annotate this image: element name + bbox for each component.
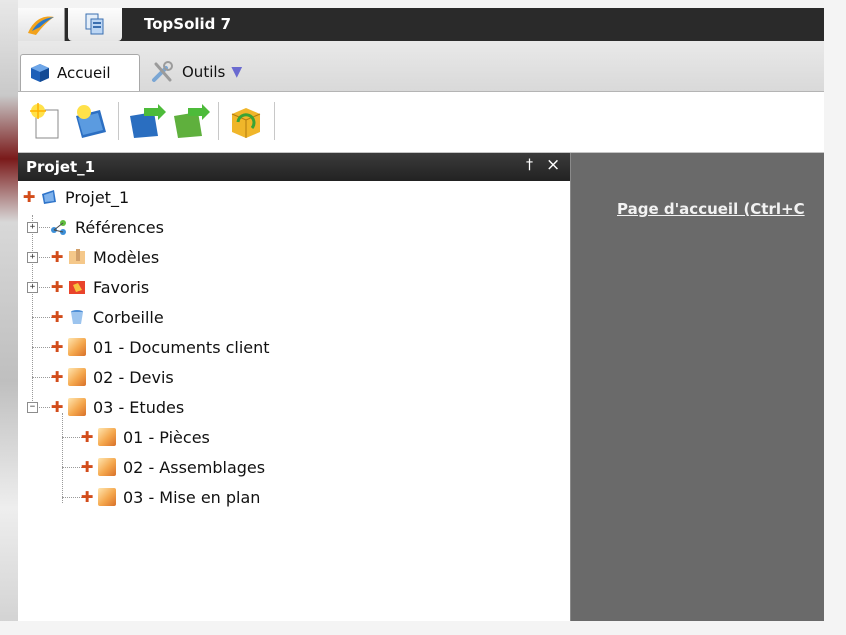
title-bar: TopSolid 7	[18, 8, 830, 41]
project-tree: + + + − ✚ Projet_1 Références ✚ Modèles	[18, 181, 570, 626]
panel-header: Projet_1 † ×	[18, 153, 570, 181]
ribbon-toolbar	[18, 92, 830, 153]
app-window: TopSolid 7 Accueil Outils ▼ Projet_1 † ×…	[18, 8, 830, 626]
pin-icon[interactable]: †	[526, 157, 533, 173]
tab-accueil-label: Accueil	[57, 64, 111, 82]
tree-item-label: Projet_1	[65, 187, 130, 207]
favorites-folder-icon	[69, 281, 85, 294]
tree-item-label: 02 - Assemblages	[123, 457, 266, 477]
tree-connector	[32, 215, 33, 407]
tab-outils[interactable]: Outils ▼	[142, 54, 266, 90]
torn-edge-bottom	[0, 621, 846, 635]
package-icon	[231, 108, 261, 138]
tree-expander[interactable]: +	[27, 252, 38, 263]
project-panel: Projet_1 † × + + + − ✚ Projet_1 Référenc…	[18, 153, 571, 626]
new-project-button[interactable]	[70, 102, 110, 142]
window-title: TopSolid 7	[144, 15, 232, 33]
folder-icon	[98, 458, 116, 476]
plus-marker-icon: ✚	[50, 338, 64, 356]
tree-expander[interactable]: −	[27, 402, 38, 413]
tree-connector	[62, 413, 63, 503]
tree-item-label: 01 - Documents client	[93, 337, 270, 357]
tree-item-assemblages[interactable]: ✚ 02 - Assemblages	[80, 452, 265, 482]
folder-icon	[68, 398, 86, 416]
tree-item-devis[interactable]: ✚ 02 - Devis	[50, 362, 174, 392]
tree-item-label: Références	[75, 217, 164, 237]
tree-item-projet[interactable]: ✚ Projet_1	[22, 182, 129, 212]
plus-marker-icon: ✚	[50, 278, 64, 296]
toolbar-separator	[274, 102, 275, 140]
folder-icon	[98, 488, 116, 506]
import-button[interactable]	[126, 102, 166, 142]
tree-connector	[62, 467, 82, 468]
tree-item-label: 03 - Etudes	[93, 397, 185, 417]
desktop-background	[0, 0, 18, 635]
tree-item-label: 01 - Pièces	[123, 427, 210, 447]
plus-marker-icon: ✚	[80, 428, 94, 446]
torn-edge-right	[824, 0, 846, 635]
ribbon-tab-bar: Accueil Outils ▼	[18, 41, 830, 92]
plus-marker-icon: ✚	[80, 488, 94, 506]
new-document-button[interactable]	[26, 102, 66, 142]
tree-item-label: Favoris	[93, 277, 150, 297]
home-page-link[interactable]: Page d'accueil (Ctrl+C	[617, 200, 805, 218]
tree-item-etudes[interactable]: ✚ 03 - Etudes	[50, 392, 184, 422]
import-icon	[130, 104, 166, 138]
tree-connector	[62, 437, 82, 438]
plus-marker-icon: ✚	[22, 188, 36, 206]
plus-marker-icon: ✚	[50, 368, 64, 386]
tree-item-modeles[interactable]: ✚ Modèles	[50, 242, 160, 272]
references-icon	[51, 220, 66, 235]
close-icon[interactable]: ×	[546, 155, 560, 175]
tree-item-documents-client[interactable]: ✚ 01 - Documents client	[50, 332, 270, 362]
trash-icon	[71, 310, 83, 324]
folder-icon	[68, 368, 86, 386]
tree-item-label: Modèles	[93, 247, 160, 267]
new-project-icon	[76, 105, 106, 138]
package-button[interactable]	[226, 102, 266, 142]
plus-marker-icon: ✚	[80, 458, 94, 476]
export-icon	[174, 104, 210, 138]
new-document-icon	[30, 103, 59, 139]
plus-marker-icon: ✚	[50, 248, 64, 266]
export-button[interactable]	[170, 102, 210, 142]
tab-outils-label: Outils	[182, 63, 226, 81]
tree-connector	[62, 497, 82, 498]
tree-item-references[interactable]: Références	[50, 212, 164, 242]
tree-item-corbeille[interactable]: ✚ Corbeille	[50, 302, 164, 332]
tree-expander[interactable]: +	[27, 282, 38, 293]
accueil-cube-icon	[29, 62, 51, 84]
plus-marker-icon: ✚	[50, 308, 64, 326]
application-menu-button[interactable]	[18, 8, 65, 41]
tree-item-label: 03 - Mise en plan	[123, 487, 261, 507]
start-page-area: Page d'accueil (Ctrl+C	[571, 153, 830, 626]
plus-marker-icon: ✚	[50, 398, 64, 416]
panel-title: Projet_1	[26, 158, 96, 176]
quick-access-button[interactable]	[68, 8, 122, 41]
tree-item-label: 02 - Devis	[93, 367, 174, 387]
copy-documents-icon	[85, 13, 104, 35]
folder-icon	[68, 338, 86, 356]
tree-item-favoris[interactable]: ✚ Favoris	[50, 272, 149, 302]
chevron-down-icon[interactable]: ▼	[231, 64, 242, 80]
tree-item-label: Corbeille	[93, 307, 164, 327]
tools-icon	[150, 60, 176, 84]
topsolid-logo-icon	[28, 16, 54, 35]
tree-expander[interactable]: +	[27, 222, 38, 233]
project-icon	[42, 190, 56, 204]
tree-item-pieces[interactable]: ✚ 01 - Pièces	[80, 422, 210, 452]
toolbar-separator	[118, 102, 119, 140]
tab-accueil[interactable]: Accueil	[20, 54, 140, 91]
toolbar-separator	[218, 102, 219, 140]
tree-item-mise-en-plan[interactable]: ✚ 03 - Mise en plan	[80, 482, 261, 512]
folder-icon	[98, 428, 116, 446]
models-folder-icon	[69, 249, 85, 264]
